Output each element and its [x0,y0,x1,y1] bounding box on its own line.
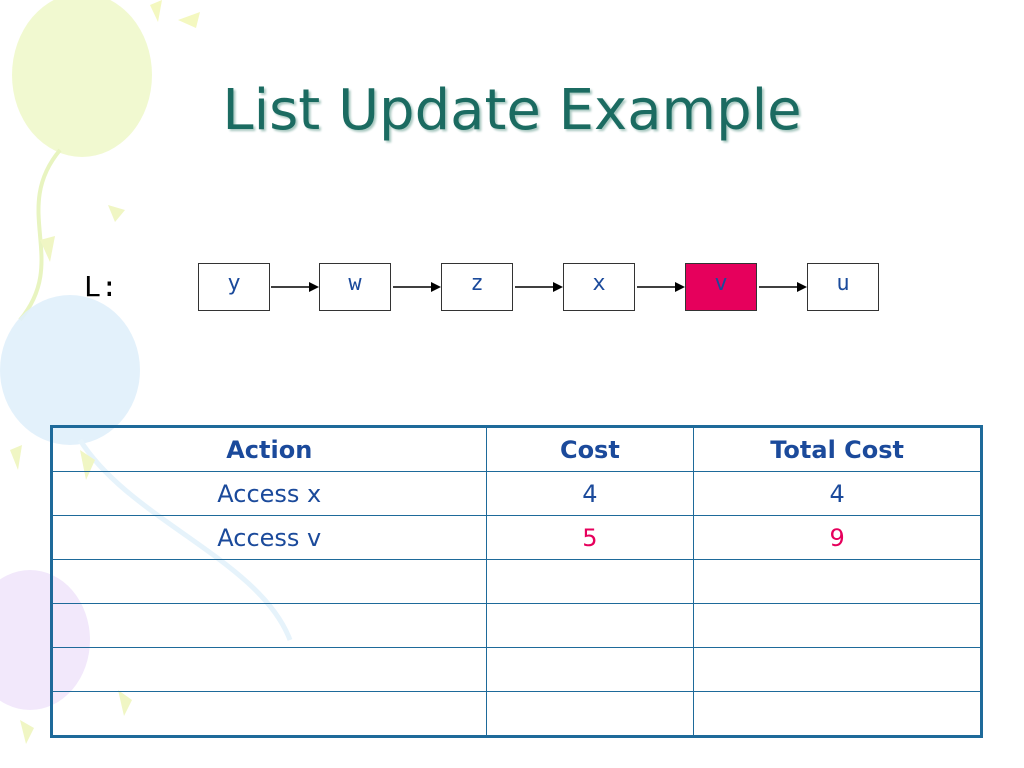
list-label: L: [84,270,118,303]
cell-cost: 4 [485,471,695,516]
table-header-row: Action Cost Total Cost [51,426,982,472]
header-total-cost: Total Cost [693,426,982,472]
cell-cost [485,691,695,737]
table-row [51,647,982,692]
header-cost: Cost [485,426,695,472]
slide-title: List Update Example [222,78,802,143]
cell-action [51,647,487,692]
cell-action: Access x [51,471,487,516]
list-node-v-highlighted: v [685,263,757,311]
arrow-icon [637,282,685,292]
cell-cost [485,603,695,648]
list-node-u: u [807,263,879,311]
cell-total-cost [693,647,982,692]
cell-action [51,691,487,737]
confetti [20,720,34,744]
cell-total-cost: 9 [693,515,982,560]
confetti [178,12,200,28]
list-node-w: w [319,263,391,311]
arrow-icon [759,282,807,292]
cell-action [51,559,487,604]
cell-action [51,603,487,648]
arrow-icon [271,282,319,292]
table-row: Access v 5 9 [51,515,982,560]
balloon-blue [0,295,140,445]
table-row: Access x 4 4 [51,471,982,516]
confetti [108,205,125,222]
cell-total-cost: 4 [693,471,982,516]
cell-action: Access v [51,515,487,560]
header-action: Action [51,426,487,472]
cell-cost: 5 [485,515,695,560]
confetti [10,445,22,470]
cell-total-cost [693,603,982,648]
confetti [150,0,162,22]
cell-total-cost [693,691,982,737]
arrow-icon [515,282,563,292]
list-node-z: z [441,263,513,311]
arrow-icon [393,282,441,292]
table-row [51,691,982,737]
table-row [51,603,982,648]
cost-table: Action Cost Total Cost Access x 4 4 Acce… [50,425,983,738]
list-node-x: x [563,263,635,311]
table-row [51,559,982,604]
cell-total-cost [693,559,982,604]
list-node-y: y [198,263,270,311]
balloon-string [18,148,62,322]
cell-cost [485,647,695,692]
cell-cost [485,559,695,604]
